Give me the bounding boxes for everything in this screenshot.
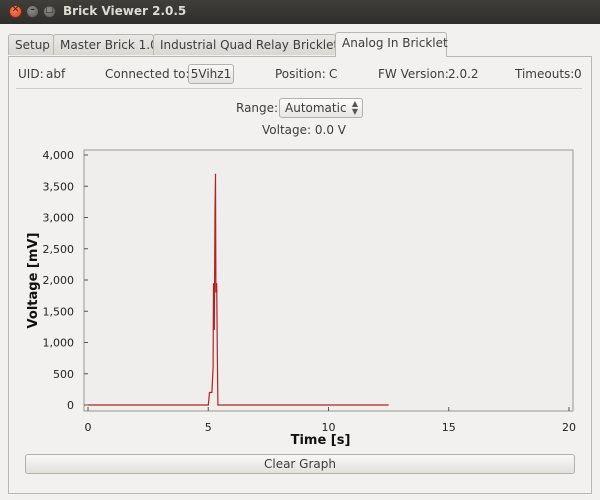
voltage-chart: 0 500 1,000 1,500 2,000 2,500 3,000 3,500 4,000 0…: [26, 149, 576, 448]
x-tick-label: 0: [85, 421, 92, 434]
y-tick-label: 4,000: [43, 149, 75, 162]
tab-analog-in[interactable]: Analog In Bricklet: [335, 32, 448, 57]
x-tick-label: 20: [562, 421, 576, 434]
y-tick-label: 2,000: [43, 274, 75, 287]
clear-graph-button[interactable]: Clear Graph: [25, 454, 575, 474]
y-tick-label: 3,000: [43, 212, 75, 225]
y-tick-label: 500: [53, 368, 74, 381]
plot-area: [83, 149, 574, 412]
x-tick-label: 5: [205, 421, 212, 434]
y-tick-label: 2,500: [43, 243, 75, 256]
window: ✕ – □ Brick Viewer 2.0.5 Setup Master Br…: [0, 0, 600, 500]
x-axis-label: Time [s]: [291, 433, 351, 448]
y-axis-label: Voltage [mV]: [26, 233, 41, 329]
y-tick-label: 3,500: [43, 180, 75, 193]
y-tick-label: 1,000: [43, 337, 75, 350]
y-tick-label: 1,500: [43, 305, 75, 318]
y-tick-label: 0: [67, 399, 74, 412]
x-tick-label: 15: [442, 421, 456, 434]
